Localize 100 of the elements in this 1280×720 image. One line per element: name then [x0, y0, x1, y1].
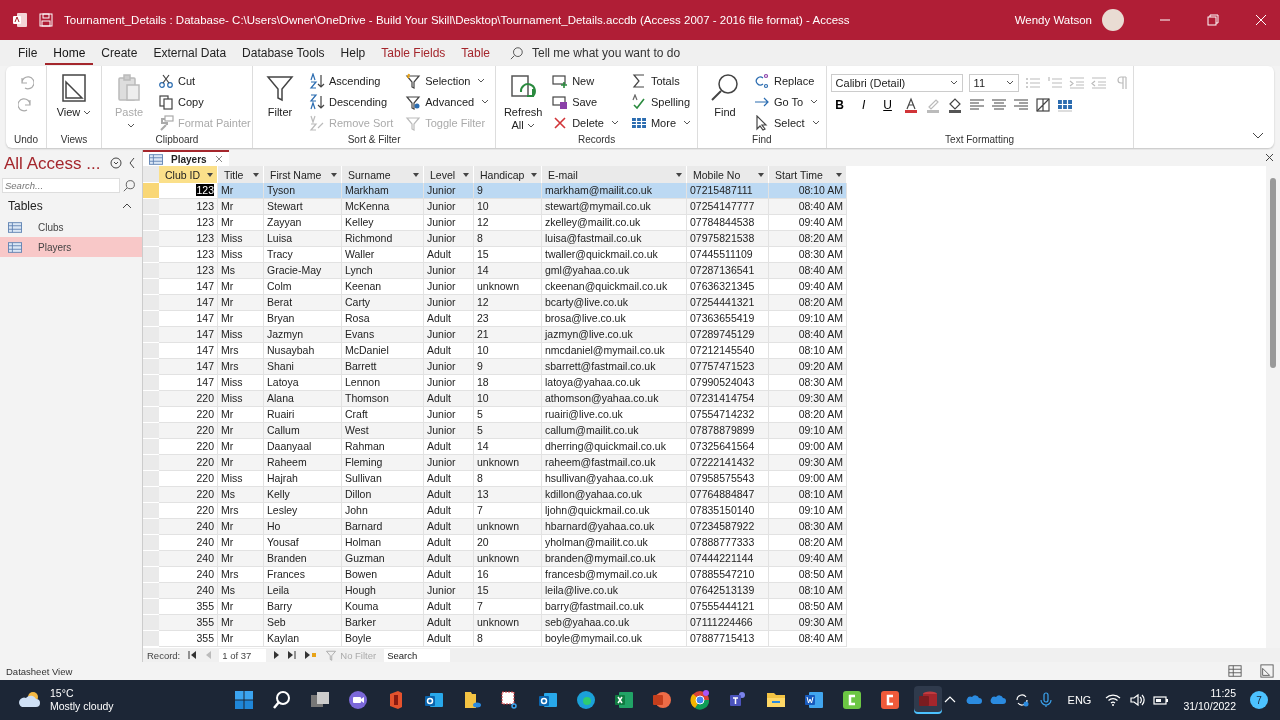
font-dropdown[interactable]: Calibri (Detail) [830, 74, 963, 92]
ribbon-tab[interactable]: Database Tools [234, 41, 333, 65]
table-item[interactable]: Clubs [0, 217, 142, 237]
align-left-icon[interactable] [968, 97, 985, 113]
ribbon-button[interactable]: Copy [156, 91, 253, 112]
search-icon [123, 179, 136, 192]
ribbon-button[interactable]: Go To [752, 91, 822, 112]
column-header[interactable]: Surname [342, 166, 424, 183]
column-header[interactable]: First Name [264, 166, 342, 183]
ribbon-button[interactable]: Find [702, 70, 748, 134]
temperature[interactable]: 15°C [50, 687, 114, 700]
font-size-dropdown[interactable]: 11 [968, 74, 1019, 92]
table-cell: Luisa [264, 231, 342, 247]
avatar-icon[interactable] [1102, 9, 1124, 31]
table-cell: Barker [342, 615, 424, 631]
table-icon[interactable] [1056, 97, 1073, 113]
wifi-icon[interactable] [1105, 692, 1122, 708]
search-field[interactable]: Search [384, 648, 451, 662]
fill-bucket-icon[interactable] [946, 97, 963, 113]
close-icon[interactable] [1265, 153, 1274, 162]
clock-date[interactable]: 31/10/2022 [1183, 700, 1236, 713]
dropdown-circle-icon[interactable] [110, 157, 123, 171]
table-cell: 5 [474, 407, 542, 423]
font-color-icon[interactable] [902, 97, 919, 113]
save-icon[interactable] [38, 12, 54, 28]
triangle-ruler-icon[interactable] [1260, 664, 1274, 678]
cloud-icon[interactable] [18, 691, 42, 709]
record-position-field[interactable]: 1 of 37 [219, 648, 267, 662]
tell-me-field[interactable]: Tell me what you want to do [530, 45, 734, 61]
table-cell: Adult [424, 487, 474, 503]
speaker-icon[interactable] [1129, 692, 1146, 708]
pane-title[interactable]: All Access ... [4, 154, 101, 174]
table-cell: Craft [342, 407, 424, 423]
column-header[interactable]: Start Time [769, 166, 847, 183]
ribbon-button[interactable]: Refresh All [500, 70, 547, 134]
redo-icon[interactable] [18, 96, 34, 112]
ribbon-tab[interactable]: Table Fields [373, 41, 454, 65]
table-item[interactable]: Players [0, 237, 142, 257]
ribbon-button[interactable]: Replace [752, 70, 822, 91]
ribbon-button[interactable]: Ascending [307, 70, 396, 91]
ribbon-tab[interactable]: Help [332, 41, 374, 65]
table-cell: 09:40 AM [769, 279, 847, 295]
table-cell: Junior [424, 215, 474, 231]
first-record-icon[interactable] [188, 651, 198, 659]
ribbon-button[interactable]: View [51, 70, 97, 134]
collapse-icon[interactable] [128, 157, 137, 171]
format-button[interactable]: U [878, 98, 897, 112]
language-indicator[interactable]: ENG [1067, 694, 1092, 706]
column-header[interactable]: Mobile No [687, 166, 769, 183]
last-record-icon[interactable] [288, 651, 298, 659]
new-record-icon[interactable] [305, 651, 318, 659]
table-cell: 240 [159, 535, 218, 551]
ribbon-tab[interactable]: Table [453, 41, 498, 65]
clock-time[interactable]: 11:25 [1210, 687, 1236, 700]
column-header[interactable]: Title [218, 166, 264, 183]
group-header[interactable]: Tables [8, 199, 43, 213]
ribbon-button[interactable]: Totals [628, 70, 693, 91]
ribbon-button[interactable]: Save [550, 91, 621, 112]
column-header[interactable]: Handicap [474, 166, 542, 183]
ribbon-button[interactable]: Spelling [628, 91, 693, 112]
ribbon-button[interactable]: New [550, 70, 621, 91]
ribbon-button[interactable]: Select [752, 112, 822, 133]
ribbon-button[interactable]: Advanced [403, 91, 492, 112]
table-cell: 08:40 AM [769, 631, 847, 647]
table-cell: Fleming [342, 455, 424, 471]
chevron-down-icon[interactable] [1252, 132, 1264, 140]
column-header[interactable]: Club ID [159, 166, 218, 183]
microphone-icon[interactable] [1037, 692, 1054, 708]
table-cell: 123 [159, 183, 218, 199]
ribbon-tab[interactable]: Create [93, 41, 146, 65]
document-tab[interactable]: Players [143, 150, 229, 166]
weather-text[interactable]: Mostly cloudy [50, 700, 114, 713]
ribbon-tab[interactable]: Home [45, 41, 94, 65]
database-app-icon[interactable] [913, 686, 942, 714]
search-field[interactable]: Search... [2, 178, 120, 193]
format-button[interactable]: I [854, 98, 873, 112]
column-header[interactable]: Level [424, 166, 474, 183]
ribbon-button[interactable]: Delete [550, 112, 621, 133]
ribbon-tab[interactable]: File [10, 41, 46, 65]
chevron-up-icon[interactable] [122, 203, 132, 209]
ribbon-button[interactable]: Cut [156, 70, 253, 91]
datasheet-view-icon[interactable] [1228, 664, 1242, 678]
format-button[interactable]: B [830, 98, 849, 112]
column-header[interactable]: E-mail [542, 166, 687, 183]
ribbon-button[interactable]: Descending [307, 91, 396, 112]
notification-badge[interactable]: 7 [1250, 691, 1268, 709]
gridlines-icon[interactable] [1034, 97, 1051, 113]
table-cell: leila@live.co.uk [542, 583, 687, 599]
ribbon-button[interactable]: Selection [403, 70, 492, 91]
align-center-icon[interactable] [990, 97, 1007, 113]
ribbon-button[interactable]: More [628, 112, 693, 133]
sync-icon[interactable] [1013, 692, 1030, 708]
next-record-icon[interactable] [274, 651, 281, 659]
table-cell: Miss [218, 327, 264, 343]
undo-icon[interactable] [18, 74, 34, 90]
table-cell: Lynch [342, 263, 424, 279]
ribbon-tab[interactable]: External Data [145, 41, 235, 65]
table-cell: 8 [474, 231, 542, 247]
align-right-icon[interactable] [1012, 97, 1029, 113]
ribbon-button[interactable]: Filter [257, 70, 303, 134]
